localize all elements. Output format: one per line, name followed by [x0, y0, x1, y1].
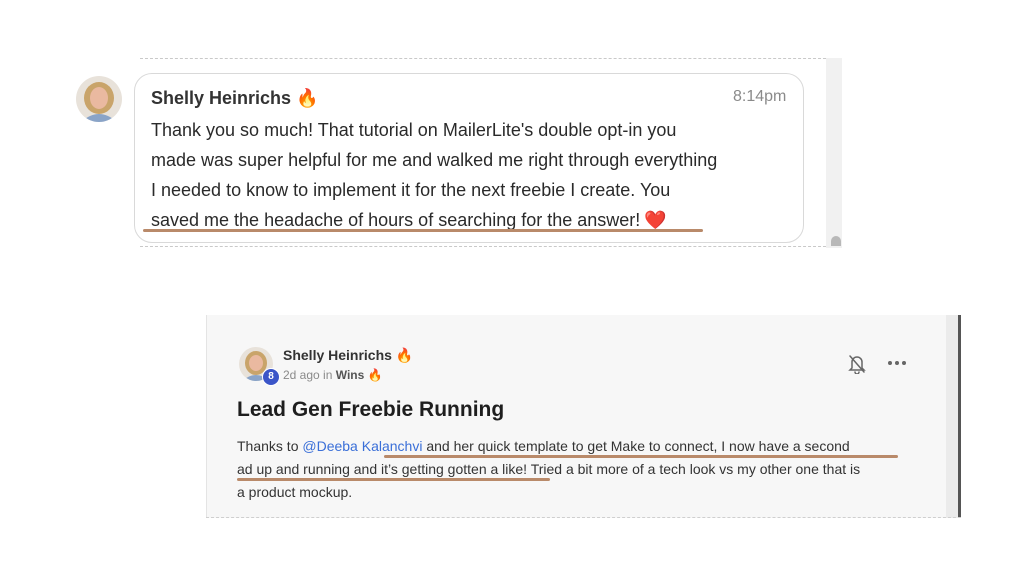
post-bottom-divider	[206, 517, 961, 518]
chat-author-label: Shelly Heinrichs	[151, 88, 292, 108]
chat-text-line: saved me the headache of hours of search…	[151, 210, 667, 231]
mention-link[interactable]: @Deeba Kalanchvi	[302, 438, 422, 454]
post-body-line: Thanks to @Deeba Kalanchvi and her quick…	[237, 438, 850, 454]
post-body-line: ad up and running and it’s getting gotte…	[237, 461, 861, 477]
post-body-text: and her quick template to get Make to co…	[422, 438, 850, 454]
scrollbar[interactable]	[958, 315, 961, 518]
chat-text-line: made was super helpful for me and walked…	[151, 150, 718, 170]
scrollbar-track[interactable]	[826, 58, 842, 248]
bell-off-icon[interactable]	[848, 354, 866, 375]
bottom-divider	[140, 246, 826, 247]
scrollbar-thumb[interactable]	[831, 236, 841, 246]
more-horizontal-icon[interactable]	[886, 354, 908, 372]
top-divider	[140, 58, 826, 59]
fire-icon: 🔥	[367, 368, 383, 382]
highlight-underline	[384, 455, 898, 458]
post-body-line: a product mockup.	[237, 484, 353, 500]
post-author-name[interactable]: Shelly Heinrichs 🔥	[283, 347, 413, 364]
post-meta: 2d ago in Wins 🔥	[283, 368, 383, 382]
chat-text-highlight: saved me the headache of hours of search…	[151, 210, 641, 230]
post-title[interactable]: Lead Gen Freebie Running	[237, 398, 504, 422]
post-category-link[interactable]: Wins	[336, 368, 365, 382]
highlight-underline	[237, 478, 550, 481]
heart-icon: ❤️	[644, 210, 667, 230]
avatar[interactable]	[76, 76, 122, 122]
fire-icon: 🔥	[296, 88, 319, 108]
post-card-edge	[946, 315, 958, 518]
chat-author-name[interactable]: Shelly Heinrichs 🔥	[151, 88, 319, 109]
chat-timestamp: 8:14pm	[733, 88, 787, 105]
post-meta-in: in	[323, 368, 333, 382]
post-author-label: Shelly Heinrichs	[283, 347, 392, 363]
chat-text-line: Thank you so much! That tutorial on Mail…	[151, 120, 677, 140]
post-time-ago: 2d ago	[283, 368, 320, 382]
fire-icon: 🔥	[395, 347, 414, 363]
level-badge: 8	[262, 368, 280, 386]
chat-text-line: I needed to know to implement it for the…	[151, 180, 671, 200]
post-body-text: Thanks to	[237, 438, 299, 454]
highlight-underline	[143, 229, 703, 232]
